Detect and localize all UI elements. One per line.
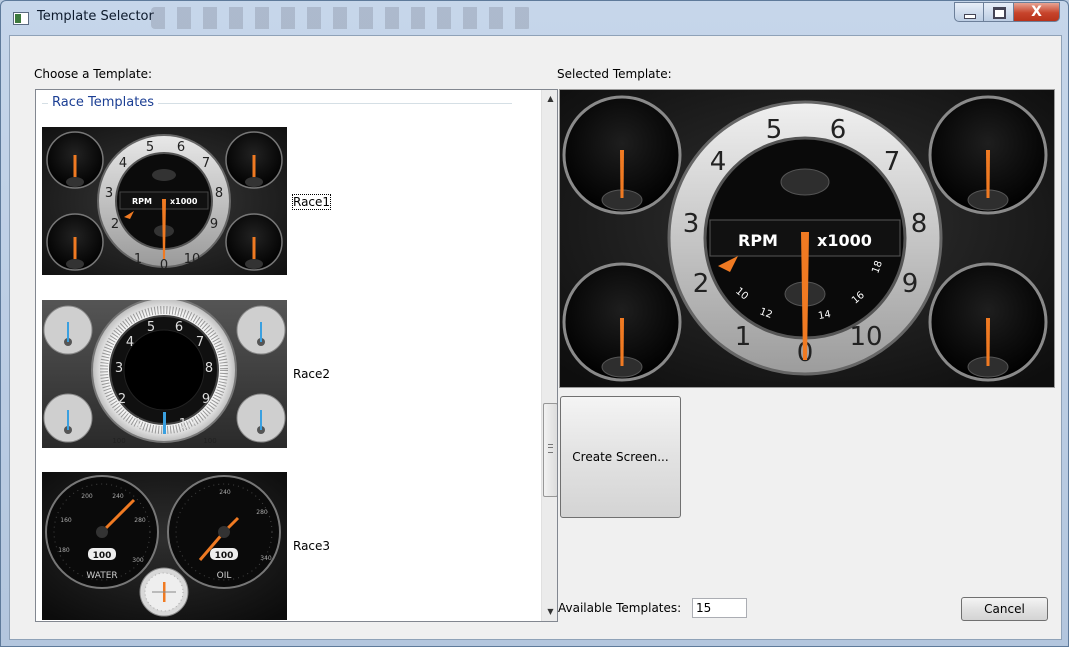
race3-oil-340: 340: [260, 555, 272, 562]
race2-badge-right: 100: [203, 437, 216, 445]
create-screen-button[interactable]: Create Screen...: [560, 396, 681, 518]
race2-num-5: 5: [147, 320, 155, 335]
race2-num-4: 4: [126, 335, 134, 350]
race2-thumbnail: 1 2 3 4 5 6 7 8 9 10 100 100: [42, 300, 287, 448]
race2-num-3: 3: [115, 361, 123, 376]
scroll-down-icon[interactable]: ▼: [542, 603, 557, 620]
side-gauge-bottom-left: [562, 262, 682, 382]
template-item-race1[interactable]: RPM x1000 0 1 2 3 4 5 6 7 8 9 10 Race1: [42, 127, 332, 275]
race1-num-0: 0: [160, 258, 168, 273]
selected-template-preview: RPM x1000 0 1 2 3 4 5 6 7 8 9 10: [559, 89, 1055, 388]
race1-thumbnail: RPM x1000 0 1 2 3 4 5 6 7 8 9 10: [42, 127, 287, 275]
template-list[interactable]: Race Templates RPM x1000 0 1 2 3 4 5 6 7…: [35, 89, 558, 622]
race1-label[interactable]: Race1: [291, 194, 332, 210]
scroll-up-icon[interactable]: ▲: [542, 90, 557, 107]
choose-template-label: Choose a Template:: [34, 67, 153, 81]
side-gauge-top-left: [562, 95, 682, 215]
race3-water-300: 300: [132, 557, 144, 564]
race2-label[interactable]: Race2: [293, 367, 330, 381]
race2-num-1: 1: [134, 417, 142, 432]
preview-num-3: 3: [683, 209, 700, 239]
race2-num-10: 10: [179, 417, 196, 432]
race3-water-180: 180: [58, 547, 70, 554]
race3-water-200: 200: [81, 493, 93, 500]
preview-rpm-label: RPM: [738, 231, 778, 250]
race1-num-9: 9: [210, 217, 218, 232]
minimize-icon[interactable]: [954, 2, 984, 22]
race2-num-2: 2: [118, 392, 126, 407]
race1-num-3: 3: [105, 186, 113, 201]
preview-num-10: 10: [849, 322, 882, 352]
titlebar-background-decoration: [151, 7, 531, 29]
list-scrollbar[interactable]: ▲ ▼: [541, 90, 557, 621]
race3-label[interactable]: Race3: [293, 539, 330, 553]
race3-water-digital: 100: [93, 551, 112, 561]
caption-buttons: X: [954, 2, 1060, 22]
race1-num-6: 6: [177, 140, 185, 155]
preview-num-7: 7: [884, 147, 901, 177]
race2-num-9: 9: [202, 392, 210, 407]
race3-oil-240: 240: [219, 489, 231, 496]
preview-num-8: 8: [911, 209, 928, 239]
race1-num-5: 5: [146, 140, 154, 155]
side-gauge-top-right: [928, 95, 1048, 215]
preview-num-1: 1: [735, 322, 752, 352]
race3-water-160: 160: [60, 517, 72, 524]
maximize-icon[interactable]: [984, 2, 1014, 22]
race1-rpm-label: RPM: [132, 197, 152, 206]
template-selector-window: Template Selector X Choose a Template: S…: [0, 0, 1069, 647]
available-templates-label: Available Templates:: [558, 601, 682, 615]
main-tachometer: RPM x1000 0 1 2 3 4 5 6 7 8 9 10: [667, 100, 943, 376]
selected-template-label: Selected Template:: [557, 67, 672, 81]
race2-num-8: 8: [205, 361, 213, 376]
race2-badge-left: 100: [112, 437, 125, 445]
window-title: Template Selector: [37, 9, 154, 24]
cancel-button[interactable]: Cancel: [961, 597, 1048, 621]
template-item-race3[interactable]: 100 WATER 200 240 280 160 180 300 100 OI…: [42, 472, 330, 620]
race1-num-1: 1: [134, 252, 142, 267]
race1-num-4: 4: [119, 156, 127, 171]
race1-num-10: 10: [184, 252, 201, 267]
race3-water-240: 240: [112, 493, 124, 500]
preview-gauges: RPM x1000 0 1 2 3 4 5 6 7 8 9 10: [560, 90, 1054, 387]
race3-oil-label: OIL: [217, 571, 232, 581]
app-icon: [13, 12, 29, 25]
grip-icon: [548, 444, 553, 453]
race2-num-6: 6: [175, 320, 183, 335]
group-title: Race Templates: [48, 95, 159, 110]
side-gauge-bottom-right: [928, 262, 1048, 382]
preview-num-4: 4: [710, 147, 727, 177]
race2-num-7: 7: [196, 335, 204, 350]
race3-oil-280: 280: [256, 509, 268, 516]
title-bar[interactable]: Template Selector X: [1, 1, 1068, 35]
preview-num-2: 2: [693, 269, 710, 299]
preview-num-5: 5: [766, 115, 783, 145]
race3-water-280: 280: [134, 517, 146, 524]
race1-multiplier: x1000: [170, 197, 198, 206]
race1-num-8: 8: [215, 186, 223, 201]
scrollbar-thumb[interactable]: [543, 403, 557, 497]
preview-num-9: 9: [902, 269, 919, 299]
race1-num-2: 2: [111, 217, 119, 232]
template-item-race2[interactable]: 1 2 3 4 5 6 7 8 9 10 100 100 Race2: [42, 300, 330, 448]
preview-num-6: 6: [830, 115, 847, 145]
available-templates-count[interactable]: [692, 598, 747, 618]
preview-multiplier: x1000: [817, 231, 872, 250]
close-icon[interactable]: X: [1014, 2, 1060, 22]
race3-water-label: WATER: [86, 571, 117, 581]
race1-num-7: 7: [202, 156, 210, 171]
preview-inner-14: 14: [817, 309, 831, 322]
race3-thumbnail: 100 WATER 200 240 280 160 180 300 100 OI…: [42, 472, 287, 620]
race3-oil-digital: 100: [215, 551, 234, 561]
